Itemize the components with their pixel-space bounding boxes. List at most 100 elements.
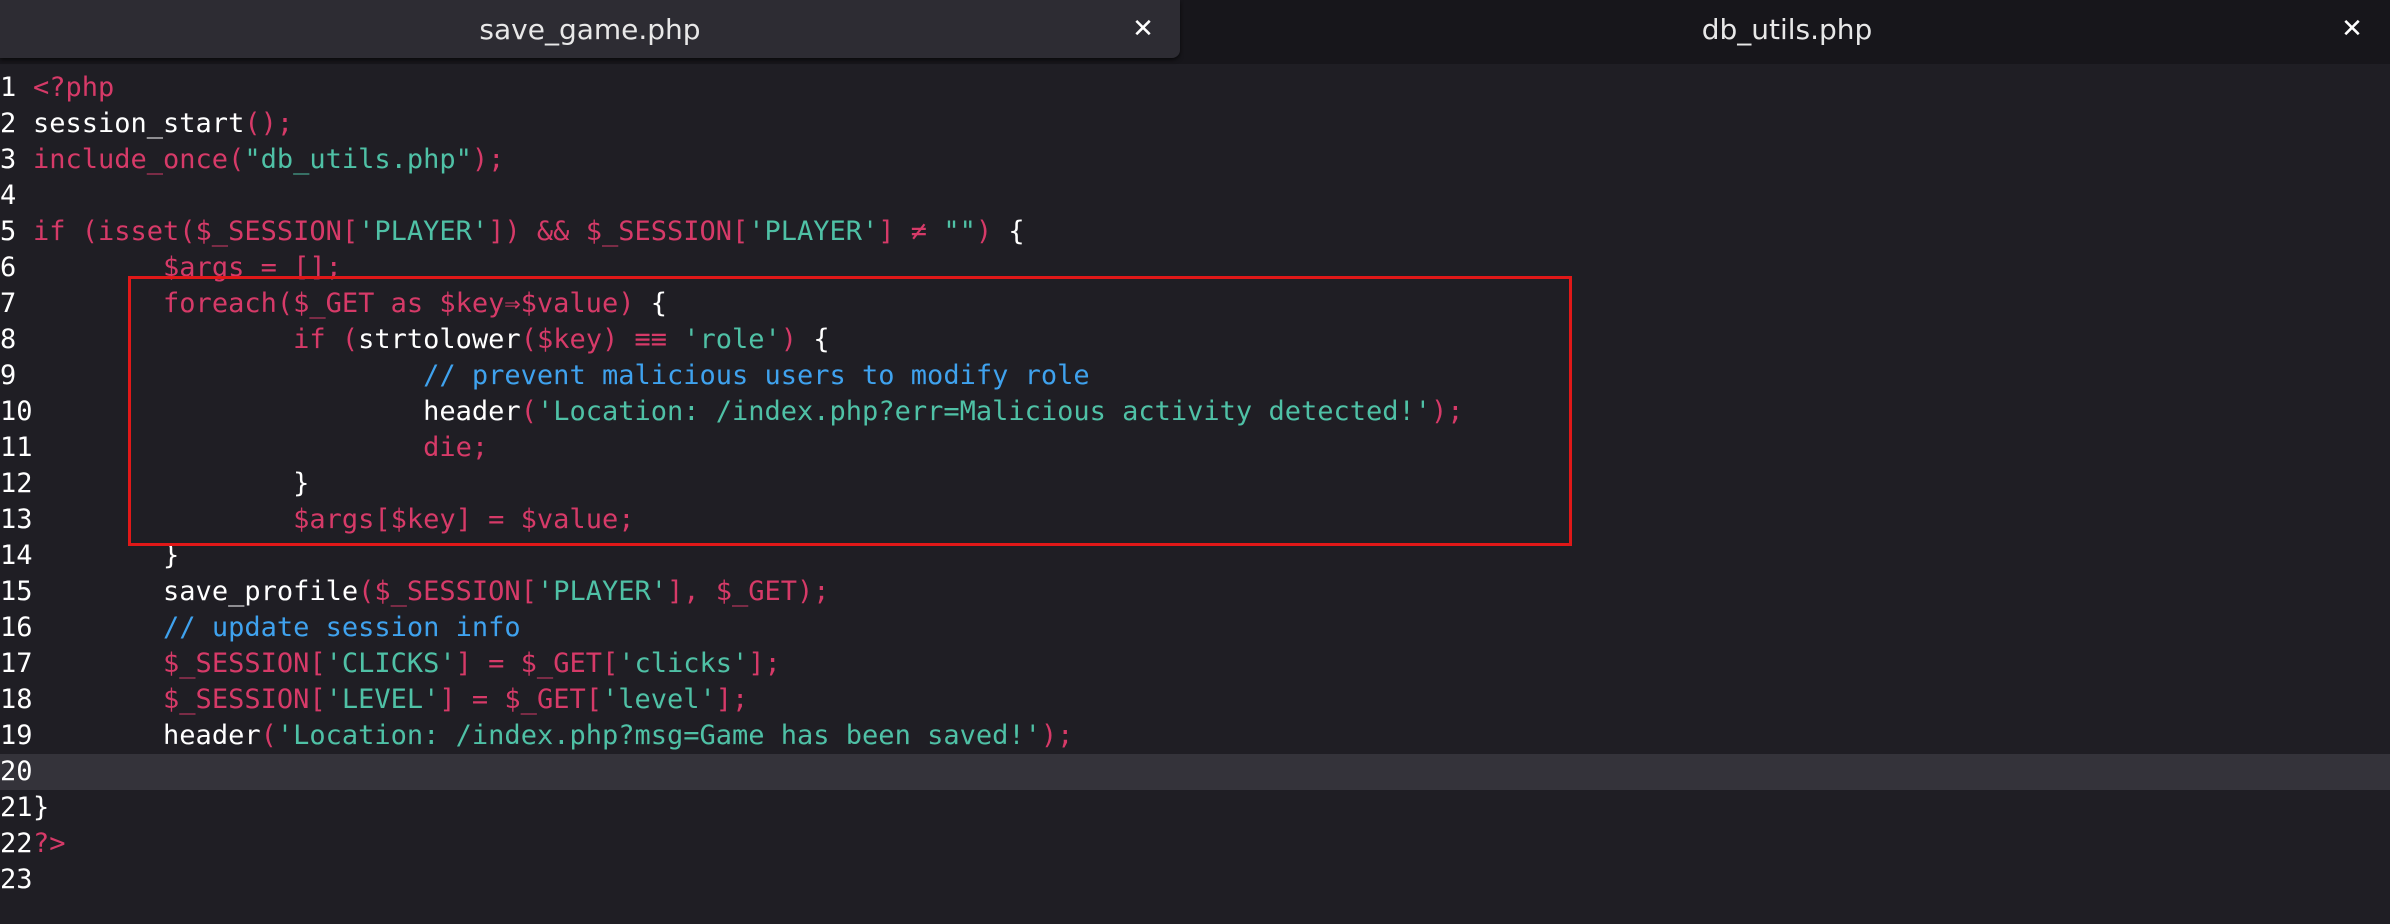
code-line[interactable]: 12 }	[0, 466, 2390, 502]
code-token: save_profile	[163, 576, 359, 607]
line-code: ?>	[33, 826, 66, 862]
code-token: // update session info	[163, 612, 521, 643]
code-token: 'Location: /index.php?msg=Game has been …	[276, 720, 1041, 751]
code-token: (	[260, 720, 277, 751]
tab-label: db_utils.php	[1701, 12, 1873, 46]
code-line[interactable]: 19 header('Location: /index.php?msg=Game…	[0, 718, 2390, 754]
close-icon[interactable]: ✕	[2335, 12, 2369, 46]
code-token: ];	[715, 684, 749, 715]
code-line[interactable]: 7 foreach($_GET as $key⇒$value) {	[0, 286, 2390, 322]
line-code: $args[$key] = $value;	[33, 502, 634, 538]
code-line[interactable]: 23	[0, 862, 2390, 898]
tab-bar: save_game.php ✕ db_utils.php ✕	[0, 0, 2390, 64]
code-token: }	[33, 468, 310, 499]
code-token: )	[975, 216, 1009, 247]
code-line[interactable]: 4	[0, 178, 2390, 214]
line-number: 11	[0, 432, 33, 463]
code-line[interactable]: 3 include_once("db_utils.php");	[0, 142, 2390, 178]
line-code: $_SESSION['LEVEL'] = $_GET['level'];	[33, 682, 748, 718]
code-line[interactable]: 16 // update session info	[0, 610, 2390, 646]
code-token: include_once(	[33, 144, 245, 175]
code-token: ] = $_GET[	[439, 684, 602, 715]
code-token: 'clicks'	[618, 648, 749, 679]
line-number: 22	[0, 828, 33, 859]
line-number: 15	[0, 576, 33, 607]
line-code: }	[33, 466, 309, 502]
code-line[interactable]: 21}	[0, 790, 2390, 826]
tab-db-utils[interactable]: db_utils.php ✕	[1184, 0, 2390, 58]
line-code: <?php	[33, 70, 114, 106]
code-token: $args[$key] = $value;	[293, 504, 635, 535]
code-token: 'level'	[601, 684, 716, 715]
code-line[interactable]: 2 session_start();	[0, 106, 2390, 142]
code-line[interactable]: 17 $_SESSION['CLICKS'] = $_GET['clicks']…	[0, 646, 2390, 682]
code-token: if (	[293, 324, 359, 355]
line-code: // prevent malicious users to modify rol…	[33, 358, 1090, 394]
tab-save-game[interactable]: save_game.php ✕	[0, 0, 1180, 58]
code-token: ]) && $_SESSION[	[488, 216, 749, 247]
code-token: header	[163, 720, 261, 751]
code-line[interactable]: 18 $_SESSION['LEVEL'] = $_GET['level'];	[0, 682, 2390, 718]
code-token: $_SESSION[	[163, 648, 326, 679]
line-number: 6	[0, 252, 17, 283]
code-token: 'Location: /index.php?err=Malicious acti…	[536, 396, 1431, 427]
code-token: );	[1431, 396, 1464, 427]
line-code: if (isset($_SESSION['PLAYER']) && $_SESS…	[33, 214, 1025, 250]
line-code: header('Location: /index.php?err=Malicio…	[33, 394, 1464, 430]
close-icon[interactable]: ✕	[1126, 12, 1160, 46]
code-token: ?>	[33, 828, 66, 859]
line-code: if (strtolower($key) ≡≡ 'role') {	[33, 322, 829, 358]
code-token: session_start	[33, 108, 245, 139]
code-line[interactable]: 11 die;	[0, 430, 2390, 466]
line-number: 13	[0, 504, 33, 535]
code-line[interactable]: 5 if (isset($_SESSION['PLAYER']) && $_SES…	[0, 214, 2390, 250]
code-token: ], $_GET);	[666, 576, 830, 607]
code-line[interactable]: 10 header('Location: /index.php?err=Mali…	[0, 394, 2390, 430]
code-token: );	[1040, 720, 1074, 751]
line-number: 14	[0, 540, 33, 571]
code-line[interactable]: 8 if (strtolower($key) ≡≡ 'role') {	[0, 322, 2390, 358]
code-line[interactable]: 1 <?php	[0, 70, 2390, 106]
line-number: 20	[0, 756, 33, 787]
code-token: $args = [];	[163, 252, 342, 283]
code-token: // prevent malicious users to modify rol…	[423, 360, 1090, 391]
code-token: 'PLAYER'	[536, 576, 667, 607]
code-line[interactable]: 13 $args[$key] = $value;	[0, 502, 2390, 538]
line-number: 9	[0, 360, 17, 391]
code-token: }	[33, 792, 50, 823]
line-code: die;	[33, 430, 488, 466]
code-token: )	[780, 324, 814, 355]
line-code: foreach($_GET as $key⇒$value) {	[33, 286, 667, 322]
code-line[interactable]: 20	[0, 754, 2390, 790]
line-code: include_once("db_utils.php");	[33, 142, 504, 178]
code-token: die;	[423, 432, 489, 463]
code-token: ($key) ≡≡	[520, 324, 684, 355]
code-line[interactable]: 22 ?>	[0, 826, 2390, 862]
code-token: ""	[943, 216, 976, 247]
code-token: 'CLICKS'	[325, 648, 456, 679]
code-line[interactable]: 9 // prevent malicious users to modify r…	[0, 358, 2390, 394]
line-number: 17	[0, 648, 33, 679]
code-line[interactable]: 14 }	[0, 538, 2390, 574]
code-token: (	[520, 396, 537, 427]
code-token: "db_utils.php"	[244, 144, 472, 175]
line-number: 10	[0, 396, 33, 427]
line-code: $_SESSION['CLICKS'] = $_GET['clicks'];	[33, 646, 781, 682]
code-token: ();	[244, 108, 294, 139]
line-code: // update session info	[33, 610, 521, 646]
code-token: if (isset($_SESSION[	[33, 216, 359, 247]
line-number: 1	[0, 72, 17, 103]
line-code: $args = [];	[33, 250, 342, 286]
code-line[interactable]: 15 save_profile($_SESSION['PLAYER'], $_G…	[0, 574, 2390, 610]
code-editor[interactable]: 1 <?php 2 session_start(); 3 include_once("db…	[0, 68, 2390, 924]
line-number: 18	[0, 684, 33, 715]
code-line[interactable]: 6 $args = [];	[0, 250, 2390, 286]
line-number: 19	[0, 720, 33, 751]
